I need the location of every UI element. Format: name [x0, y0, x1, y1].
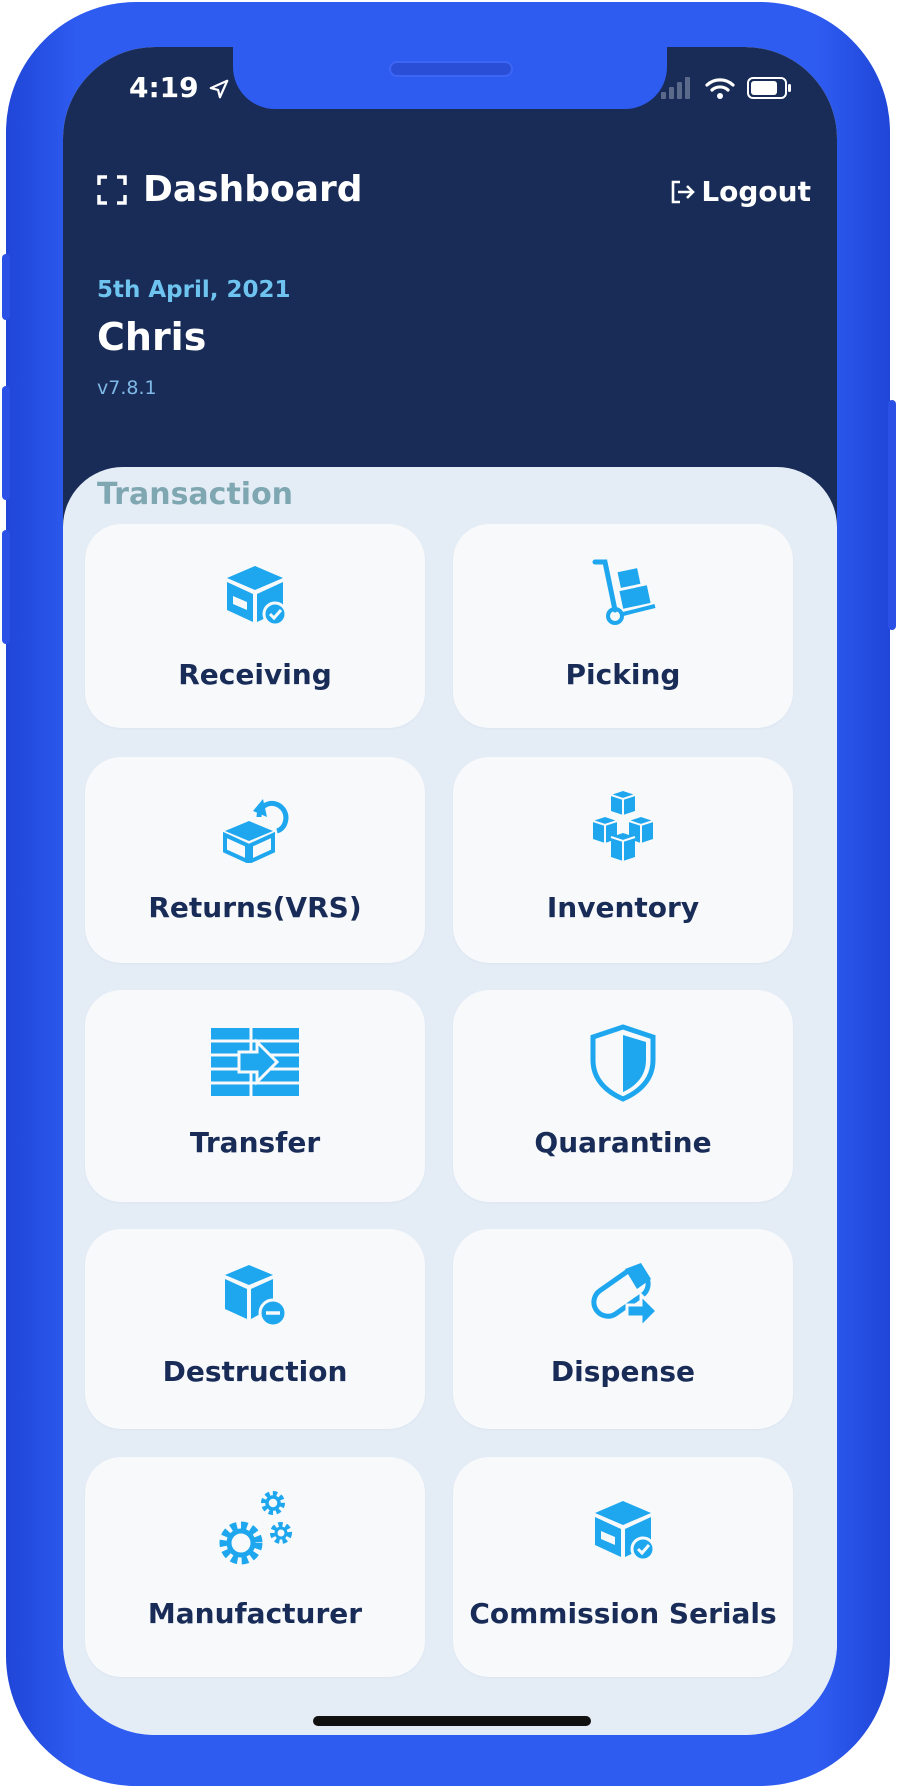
- battery-icon: [747, 77, 791, 99]
- scan-frame-icon[interactable]: [97, 174, 127, 205]
- tile-label: Inventory: [546, 891, 700, 924]
- box-check-icon: [595, 1501, 656, 1562]
- tile-quarantine[interactable]: Quarantine: [453, 990, 793, 1202]
- tile-destruction[interactable]: Destruction: [85, 1229, 425, 1429]
- wifi-icon: [705, 78, 735, 99]
- tile-label: Quarantine: [534, 1126, 712, 1159]
- status-time: 4:19: [129, 71, 230, 104]
- phone-screen: 4:19 Dashboard Logout 5th April, 2021 Ch…: [63, 47, 837, 1735]
- tile-label: Dispense: [550, 1355, 696, 1388]
- logout-icon: [672, 180, 696, 203]
- stacked-boxes-icon: [592, 791, 654, 861]
- tile-label: Picking: [565, 658, 681, 691]
- speaker-grille: [389, 61, 513, 77]
- app-version: v7.8.1: [97, 377, 157, 399]
- box-check-icon: [227, 566, 288, 627]
- page-title: Dashboard: [143, 169, 363, 210]
- power-button: [888, 400, 896, 630]
- tile-receiving[interactable]: Receiving: [85, 524, 425, 728]
- tile-label: Commission Serials: [469, 1597, 777, 1630]
- tile-label: Manufacturer: [147, 1597, 363, 1630]
- volume-down-button: [2, 530, 10, 644]
- tile-dispense[interactable]: Dispense: [453, 1229, 793, 1429]
- user-name: Chris: [97, 315, 207, 359]
- tile-picking[interactable]: Picking: [453, 524, 793, 728]
- transfer-arrow-icon: [211, 1028, 299, 1096]
- tile-inventory[interactable]: Inventory: [453, 757, 793, 963]
- section-title: Transaction: [97, 477, 294, 512]
- tile-manufacturer[interactable]: Manufacturer: [85, 1457, 425, 1677]
- logout-label: Logout: [701, 175, 811, 208]
- logout-button[interactable]: Logout: [669, 175, 811, 208]
- status-indicators: [661, 77, 793, 99]
- box-minus-icon: [225, 1265, 288, 1328]
- hand-truck-icon: [592, 559, 656, 625]
- header-title-row: Dashboard: [97, 169, 363, 210]
- tile-commission-serials[interactable]: Commission Serials: [453, 1457, 793, 1677]
- volume-up-button: [2, 386, 10, 500]
- current-date: 5th April, 2021: [97, 277, 291, 303]
- signal-icon: [661, 77, 690, 99]
- tile-transfer[interactable]: Transfer: [85, 990, 425, 1202]
- tile-label: Transfer: [189, 1126, 321, 1159]
- tile-label: Returns(VRS): [148, 891, 362, 924]
- gears-icon: [219, 1491, 292, 1565]
- location-arrow-icon: [210, 79, 229, 99]
- notch: [233, 47, 667, 109]
- silent-switch: [2, 254, 10, 320]
- home-indicator[interactable]: [313, 1716, 591, 1726]
- tile-label: Destruction: [162, 1355, 348, 1388]
- tile-label: Receiving: [178, 658, 332, 691]
- box-return-icon: [223, 799, 289, 863]
- shield-icon: [590, 1024, 656, 1102]
- tile-returns-vrs[interactable]: Returns(VRS): [85, 757, 425, 963]
- pill-arrow-icon: [591, 1263, 659, 1331]
